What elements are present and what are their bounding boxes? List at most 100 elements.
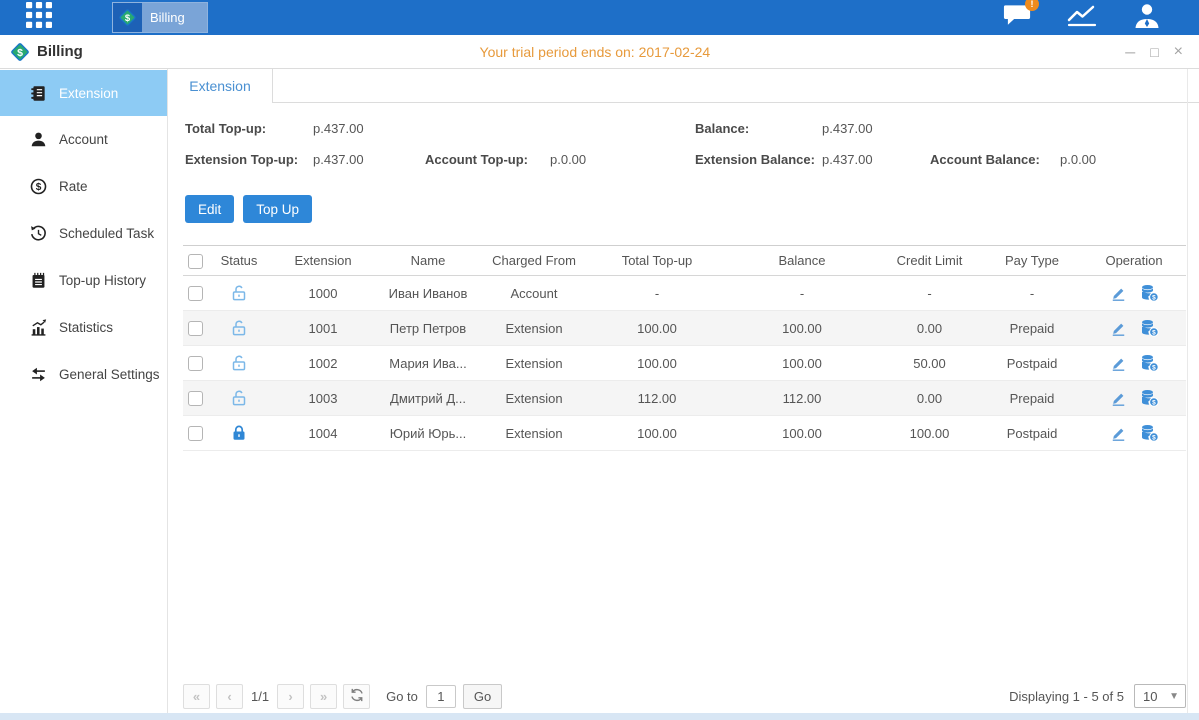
unlocked-icon[interactable] (230, 319, 248, 337)
topup-icon[interactable]: $ (1140, 424, 1159, 442)
cell-extension: 1000 (271, 286, 375, 301)
select-all-checkbox[interactable] (188, 254, 203, 269)
edit-icon[interactable] (1110, 355, 1127, 372)
minimize-button[interactable]: ─ (1125, 45, 1135, 59)
main-area: ExtensionAccount$RateScheduled TaskTop-u… (0, 69, 1199, 713)
cell-pay-type: Postpaid (982, 426, 1082, 441)
page-size-select[interactable]: 10 ▼ (1134, 684, 1186, 708)
row-checkbox[interactable] (188, 321, 203, 336)
locked-icon[interactable] (230, 424, 248, 442)
col-operation: Operation (1082, 253, 1186, 268)
cell-total-topup: - (587, 286, 727, 301)
sidebar-item-account[interactable]: Account (0, 116, 167, 163)
taskbar-billing-tab[interactable]: $ Billing (112, 2, 208, 33)
cell-total-topup: 100.00 (587, 321, 727, 336)
svg-text:$: $ (1152, 434, 1156, 441)
person-icon (30, 131, 47, 148)
total-topup-label: Total Top-up: (185, 121, 266, 136)
application-window: $ Billing ! $ (0, 0, 1199, 720)
go-button[interactable]: Go (463, 684, 502, 709)
notepad-icon (30, 272, 47, 289)
total-topup-value: p.437.00 (313, 121, 364, 136)
ledger-icon (30, 85, 47, 102)
extension-topup-label: Extension Top-up: (185, 152, 298, 167)
sidebar-item-general-settings[interactable]: General Settings (0, 351, 167, 398)
col-credit-limit: Credit Limit (877, 253, 982, 268)
grid-icon (26, 2, 52, 33)
topup-icon[interactable]: $ (1140, 284, 1159, 302)
user-icon (1133, 2, 1161, 34)
cell-credit-limit: 50.00 (877, 356, 982, 371)
topup-icon[interactable]: $ (1140, 319, 1159, 337)
unlocked-icon[interactable] (230, 354, 248, 372)
svg-text:$: $ (17, 46, 23, 58)
window-bottom-strip (0, 713, 1199, 720)
cell-credit-limit: 0.00 (877, 321, 982, 336)
unlocked-icon[interactable] (230, 284, 248, 302)
svg-text:$: $ (1152, 294, 1156, 301)
pagination-bar: « ‹ 1/1 › » Go to Go Displaying 1 - 5 of… (183, 683, 1186, 709)
notifications-button[interactable]: ! (1003, 3, 1032, 33)
edit-icon[interactable] (1110, 320, 1127, 337)
cell-balance: 100.00 (727, 426, 877, 441)
row-checkbox[interactable] (188, 426, 203, 441)
edit-button[interactable]: Edit (185, 195, 234, 223)
prev-page-button[interactable]: ‹ (216, 684, 243, 709)
close-button[interactable]: × (1174, 45, 1183, 59)
refresh-button[interactable] (343, 684, 370, 709)
topup-icon[interactable]: $ (1140, 389, 1159, 407)
cell-balance: 100.00 (727, 356, 877, 371)
table-row: 1002Мария Ива...Extension100.00100.0050.… (183, 346, 1186, 381)
account-balance-value: p.0.00 (1060, 152, 1096, 167)
app-launcher-button[interactable] (12, 0, 66, 35)
svg-text:$: $ (125, 13, 131, 24)
table-row: 1000Иван ИвановAccount----$ (183, 276, 1186, 311)
topup-button[interactable]: Top Up (243, 195, 312, 223)
topup-icon[interactable]: $ (1140, 354, 1159, 372)
col-balance: Balance (727, 253, 877, 268)
sidebar: ExtensionAccount$RateScheduled TaskTop-u… (0, 69, 168, 713)
edit-icon[interactable] (1110, 390, 1127, 407)
topbar-status-icons: ! (1003, 0, 1161, 35)
svg-text:$: $ (1152, 364, 1156, 371)
extension-topup-value: p.437.00 (313, 152, 364, 167)
cell-credit-limit: 0.00 (877, 391, 982, 406)
trial-message: Your trial period ends on: 2017-02-24 (480, 44, 711, 60)
svg-text:$: $ (1152, 329, 1156, 336)
sidebar-item-top-up-history[interactable]: Top-up History (0, 257, 167, 304)
row-checkbox[interactable] (188, 286, 203, 301)
edit-icon[interactable] (1110, 285, 1127, 302)
tab-extension[interactable]: Extension (168, 69, 273, 103)
cell-pay-type: Postpaid (982, 356, 1082, 371)
col-extension: Extension (271, 253, 375, 268)
window-controls: ─ □ × (1125, 45, 1183, 59)
row-checkbox[interactable] (188, 391, 203, 406)
sidebar-item-rate[interactable]: $Rate (0, 163, 167, 210)
edit-icon[interactable] (1110, 425, 1127, 442)
next-page-button[interactable]: › (277, 684, 304, 709)
sidebar-item-label: Statistics (59, 320, 113, 335)
notification-badge: ! (1025, 0, 1039, 11)
last-page-button[interactable]: » (310, 684, 337, 709)
cell-name: Дмитрий Д... (375, 391, 481, 406)
unlocked-icon[interactable] (230, 389, 248, 407)
row-checkbox[interactable] (188, 356, 203, 371)
cell-pay-type: - (982, 286, 1082, 301)
cell-extension: 1001 (271, 321, 375, 336)
first-page-button[interactable]: « (183, 684, 210, 709)
sidebar-item-statistics[interactable]: Statistics (0, 304, 167, 351)
balance-summary: Total Top-up: p.437.00 Balance: p.437.00… (168, 103, 1199, 187)
balance-value: p.437.00 (822, 121, 873, 136)
user-account-button[interactable] (1133, 2, 1161, 34)
account-topup-value: p.0.00 (550, 152, 586, 167)
extension-balance-label: Extension Balance: (695, 152, 815, 167)
resource-monitor-button[interactable] (1066, 3, 1099, 33)
cell-extension: 1004 (271, 426, 375, 441)
maximize-button[interactable]: □ (1150, 45, 1158, 59)
displaying-text: Displaying 1 - 5 of 5 (1009, 689, 1124, 704)
goto-page-input[interactable] (426, 685, 456, 708)
sidebar-item-extension[interactable]: Extension (0, 70, 167, 116)
cell-pay-type: Prepaid (982, 321, 1082, 336)
sidebar-item-scheduled-task[interactable]: Scheduled Task (0, 210, 167, 257)
cell-charged-from: Extension (481, 321, 587, 336)
